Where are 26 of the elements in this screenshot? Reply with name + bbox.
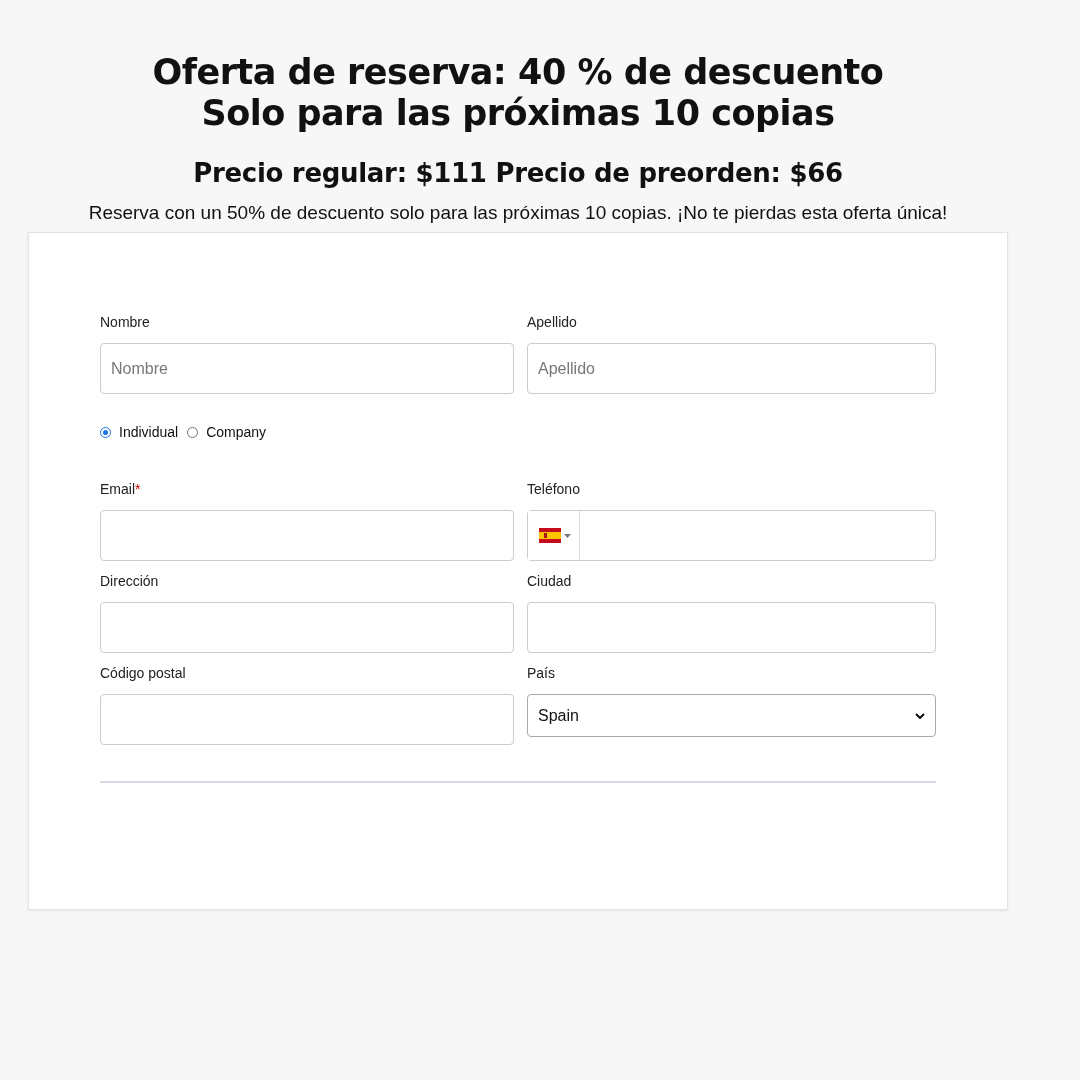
flag-icon — [539, 528, 561, 543]
country-code-dropdown[interactable] — [528, 511, 580, 560]
headline: Oferta de reserva: 40 % de descuento — [152, 52, 884, 93]
radio-option[interactable]: Individual — [100, 424, 179, 440]
text-field[interactable]: Apellido — [527, 343, 936, 394]
radio-option[interactable]: Company — [187, 424, 267, 440]
field-label: Teléfono — [527, 481, 581, 499]
price-line: Precio regular: $111 Precio de preorden: $66 — [193, 158, 843, 188]
field-label: Email* — [100, 481, 142, 499]
field-label: Ciudad — [527, 573, 573, 591]
headline: Solo para las próximas 10 copias — [201, 93, 835, 134]
phone-field[interactable] — [527, 510, 936, 561]
field-label: Nombre — [100, 314, 151, 332]
field-label: País — [527, 665, 556, 683]
field-label: Dirección — [100, 573, 160, 591]
text-field[interactable] — [100, 510, 514, 561]
field-label: Código postal — [100, 665, 187, 683]
field-label: Apellido — [527, 314, 578, 332]
text-field[interactable] — [527, 602, 936, 653]
country-select[interactable]: Spain — [527, 694, 936, 737]
caret-icon — [564, 533, 571, 538]
text-field[interactable] — [100, 602, 514, 653]
chevron-icon — [915, 712, 925, 719]
text-field[interactable] — [100, 694, 514, 745]
text-field[interactable]: Nombre — [100, 343, 514, 394]
offer-description: Reserva con un 50% de descuento solo para las próximas 10 copias. ¡No te pierdas esta oferta única! — [88, 202, 948, 224]
